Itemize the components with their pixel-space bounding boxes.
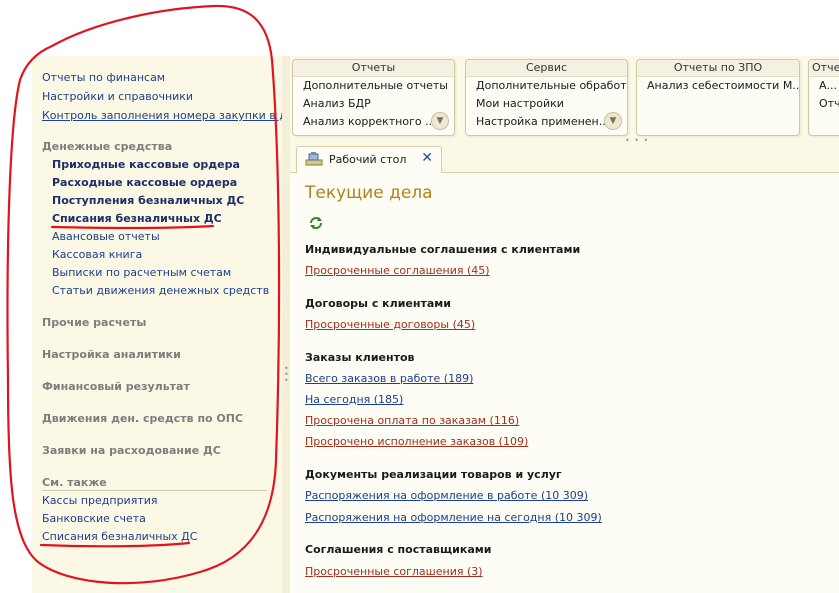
link-overdue-contracts[interactable]: Просроченные договоры (45) [305,318,475,331]
sidebar-see-also-bank-accounts[interactable]: Банковские счета [42,512,146,525]
sidebar-section-other-settlements[interactable]: Прочие расчеты [42,316,146,329]
desktop-icon [305,152,323,166]
sidebar-section-financial-result[interactable]: Финансовый результат [42,380,190,393]
panel-item-additional-processing[interactable]: Дополнительные обработ... [466,77,627,95]
sidebar-section-analytics-setup[interactable]: Настройка аналитики [42,348,181,361]
sidebar-see-also-title: См. также [42,476,107,489]
sidebar-item-outgoing-cash-orders[interactable]: Расходные кассовые ордера [52,176,237,189]
group-title-client-orders: Заказы клиентов [305,351,415,364]
panel-item-additional-reports[interactable]: Дополнительные отчеты [293,77,454,95]
panel-item-cost-analysis[interactable]: Анализ себестоимости М... [637,77,799,95]
panel-title: Отчет [809,60,839,77]
sidebar-see-also-noncash-writeoffs[interactable]: Списания безналичных ДС [42,530,197,543]
link-orders-processing-today[interactable]: Распоряжения на оформление на сегодня (1… [305,511,602,524]
link-overdue-agreements[interactable]: Просроченные соглашения (45) [305,264,490,277]
sidebar-link-settings[interactable]: Настройки и справочники [42,90,193,103]
panel-title: Сервис [466,60,627,77]
link-orders-processing[interactable]: Распоряжения на оформление в работе (10 … [305,489,588,502]
tab-label: Рабочий стол [329,153,407,166]
panel-reports: Отчеты Дополнительные отчеты Анализ БДР … [292,59,455,136]
sidebar-splitter[interactable]: • • • [282,56,290,593]
chevron-down-icon[interactable]: ▼ [431,112,449,130]
top-strip [0,0,839,56]
page-title: Текущие дела [305,183,433,203]
sidebar-item-cash-book[interactable]: Кассовая книга [52,248,142,261]
tab-bar: Рабочий стол ✕ [290,146,839,174]
link-orders-in-work[interactable]: Всего заказов в работе (189) [305,372,473,385]
link-overdue-fulfillment[interactable]: Просрочено исполнение заказов (109) [305,435,528,448]
group-title-client-contracts: Договоры с клиентами [305,297,451,310]
panel-service: Сервис Дополнительные обработ... Мои нас… [465,59,628,136]
splitter-grip-icon: • • • [284,364,289,385]
sidebar-section-expense-requests[interactable]: Заявки на расходование ДС [42,444,221,457]
close-icon[interactable]: ✕ [421,150,433,166]
panel-item-my-settings[interactable]: Мои настройки [466,95,627,113]
sidebar-divider [42,490,267,491]
sidebar-link-finance-reports[interactable]: Отчеты по финансам [42,71,165,84]
sidebar-item-noncash-receipts[interactable]: Поступления безналичных ДС [52,194,244,207]
link-overdue-payment[interactable]: Просрочена оплата по заказам (116) [305,414,519,427]
sidebar-section-money[interactable]: Денежные средства [42,140,172,153]
sidebar-link-purchase-control[interactable]: Контроль заполнения номера закупки в д..… [42,109,297,122]
chevron-down-icon[interactable]: ▼ [604,112,622,130]
link-overdue-supplier-agreements[interactable]: Просроченные соглашения (3) [305,565,483,578]
sidebar-item-cash-flow-items[interactable]: Статьи движения денежных средств [52,284,269,297]
sidebar-section-cash-movements-ops[interactable]: Движения ден. средств по ОПС [42,412,243,425]
group-title-sales-documents: Документы реализации товаров и услуг [305,468,562,481]
panel-item-cut-2[interactable]: Отч [809,95,839,113]
panel-item-setup-usage[interactable]: Настройка применен... [466,113,627,131]
main-area: Отчеты Дополнительные отчеты Анализ БДР … [290,56,839,593]
panel-reports-cut: Отчет А... Отч [808,59,839,136]
panel-title: Отчеты [293,60,454,77]
group-title-client-agreements: Индивидуальные соглашения с клиентами [305,243,581,256]
refresh-icon[interactable] [308,215,324,231]
panel-resize-grip-icon[interactable]: • • • [625,136,649,145]
desktop-content: Текущие дела Индивидуальные соглашения с… [290,173,839,593]
panel-item-cut-1[interactable]: А... [809,77,839,95]
sidebar-item-bank-statements[interactable]: Выписки по расчетным счетам [52,266,231,279]
panel-item-correct-analysis[interactable]: Анализ корректного ... [293,113,454,131]
sidebar-item-noncash-writeoffs[interactable]: Списания безналичных ДС [52,212,222,225]
panel-item-bdr-analysis[interactable]: Анализ БДР [293,95,454,113]
tab-desktop[interactable]: Рабочий стол ✕ [296,146,442,174]
sidebar-see-also-cashboxes[interactable]: Кассы предприятия [42,494,158,507]
sidebar-item-incoming-cash-orders[interactable]: Приходные кассовые ордера [52,158,240,171]
navigation-sidebar: Отчеты по финансам Настройки и справочни… [32,56,297,593]
sidebar-item-advance-reports[interactable]: Авансовые отчеты [52,230,160,243]
panel-zpo-reports: Отчеты по ЗПО Анализ себестоимости М... [636,59,800,136]
panel-title: Отчеты по ЗПО [637,60,799,77]
link-orders-today[interactable]: На сегодня (185) [305,393,403,406]
group-title-supplier-agreements: Соглашения с поставщиками [305,543,492,556]
